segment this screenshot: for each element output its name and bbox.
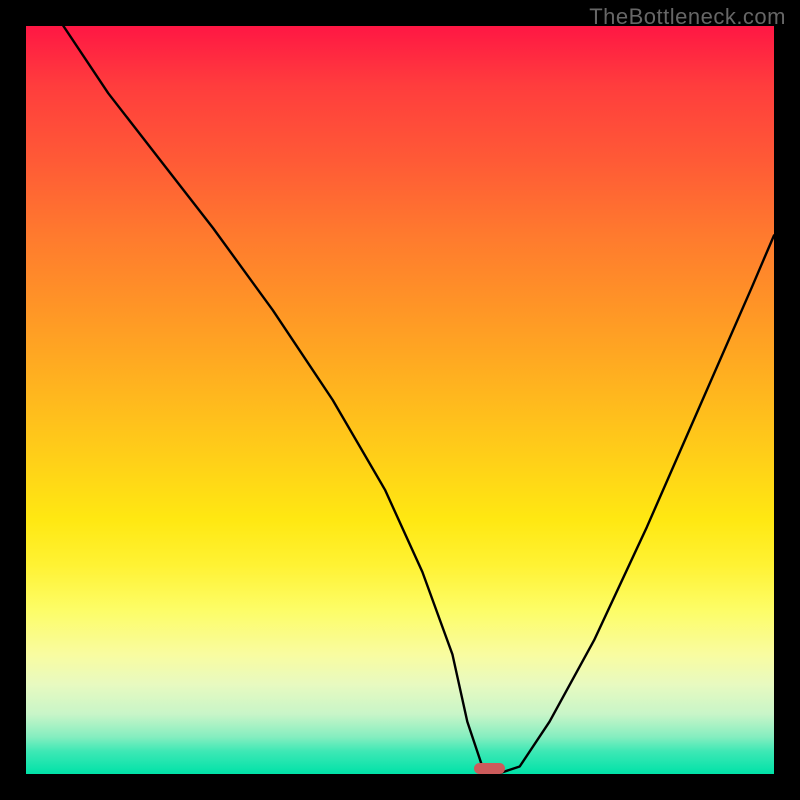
- bottleneck-curve: [26, 26, 774, 774]
- optimal-marker: [474, 763, 505, 774]
- watermark-text: TheBottleneck.com: [589, 4, 786, 30]
- plot-area: [26, 26, 774, 774]
